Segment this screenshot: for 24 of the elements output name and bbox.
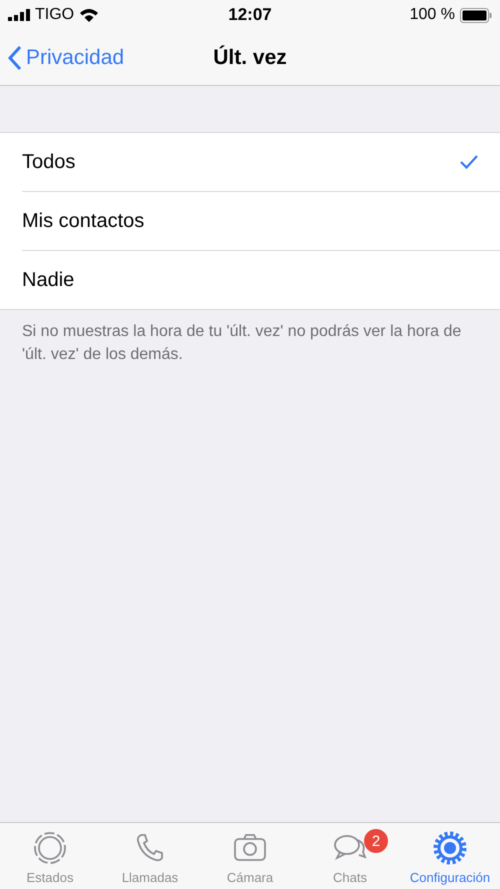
tab-item[interactable]: Estados xyxy=(0,823,100,889)
option-label: Todos xyxy=(22,150,76,174)
option-row[interactable]: Todos xyxy=(22,133,500,192)
tab-item[interactable]: Configuración xyxy=(400,823,500,889)
page-title: Últ. vez xyxy=(213,46,287,70)
signal-icon xyxy=(8,9,30,21)
status-ring-icon xyxy=(32,830,68,866)
battery-icon xyxy=(460,8,492,22)
wifi-icon xyxy=(79,8,100,22)
battery-percent: 100 % xyxy=(410,6,455,24)
back-button[interactable]: Privacidad xyxy=(8,44,124,70)
carrier-name: TIGO xyxy=(35,6,74,24)
tab-item[interactable]: Llamadas xyxy=(100,823,200,889)
tab-item[interactable]: Cámara xyxy=(200,823,300,889)
footer-note: Si no muestras la hora de tu 'últ. vez' no podrás ver la hora de 'últ. vez' de los demás. xyxy=(22,322,462,365)
tab-item[interactable]: Chats 2 xyxy=(300,823,400,889)
option-row[interactable]: Mis contactos xyxy=(22,192,500,251)
option-row[interactable]: Nadie xyxy=(22,251,500,309)
clock-time: 12:07 xyxy=(228,5,272,25)
option-label: Nadie xyxy=(22,268,76,292)
option-label: Mis contactos xyxy=(22,210,146,232)
gear-icon xyxy=(432,830,468,866)
unread-badge: 2 xyxy=(364,829,388,853)
chevron-left-icon xyxy=(8,44,22,70)
